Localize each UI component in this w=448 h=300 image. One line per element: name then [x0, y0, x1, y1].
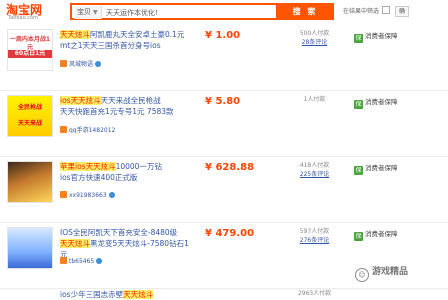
seller-link[interactable]: qq手游1482012 [60, 125, 115, 134]
listing-row: ios少年三国志赤壁天天炫斗 2963人付款 [0, 289, 448, 300]
title-highlight: 天天炫斗 [60, 239, 90, 248]
seller-link[interactable]: xx91983663 [60, 191, 115, 199]
product-title[interactable]: 苹果ios天天炫斗10000一万钻 ios官方快速400正式版 [60, 161, 195, 183]
payers-count: 418人付款 [299, 162, 330, 169]
filter-ok-button[interactable]: 确 [395, 6, 410, 17]
verified-icon [95, 61, 102, 67]
service-badge: 保消费者保障 [354, 96, 398, 109]
product-thumbnail[interactable] [7, 161, 53, 203]
title-highlight: 天天炫斗 [60, 30, 90, 39]
listing-row: 一周内本月战1元 60点日1元 天天炫斗阿凯鹿丸天全安卓土豪0.1元 mt之1天… [0, 25, 448, 91]
seller-name: xx91983663 [69, 192, 107, 199]
product-price: ¥ 479.00 [205, 228, 255, 239]
product-title[interactable]: IOS全民阿凯天下首充安全-8480级 天天炫斗黑龙变5天天炫斗-7580钻石1… [60, 227, 195, 260]
search-scope-label: 宝贝 [77, 8, 91, 16]
wechat-icon: ☺ [355, 268, 369, 282]
seller-link[interactable]: 风城物语 [60, 59, 102, 68]
title-text-2: mt之1天天三国杀首分身号ios [60, 41, 161, 50]
title-highlight: 苹果ios天天炫斗 [60, 162, 116, 171]
service-label: 消费者保障 [365, 32, 398, 40]
title-text: 天天来战全民枪战 [100, 96, 161, 105]
chevron-down-icon: ▼ [93, 9, 98, 16]
shop-icon [60, 191, 67, 198]
product-price: ¥ 1.00 [205, 30, 241, 41]
search-input[interactable] [106, 7, 256, 18]
title-highlight: ios天天炫斗 [60, 96, 101, 105]
thumb-text-2: 天天来战 [17, 120, 42, 127]
taobao-logo[interactable]: 淘宝网 Taobao.com [6, 1, 58, 23]
listing-row: 全民枪战 天天来战 ios天天炫斗天天来战全民枪战 天天快跑首充1元专号1元 7… [0, 91, 448, 157]
seller-link[interactable]: tb65465 [60, 257, 103, 265]
seller-name: qq手游1482012 [69, 127, 116, 134]
payers-count: 2963人付款 [297, 290, 332, 297]
service-label: 消费者保障 [365, 230, 398, 238]
filter-label: 在结果中筛选 [343, 8, 380, 15]
payers-count: 500人付款 [299, 30, 330, 37]
review-count-link[interactable]: 28条评论 [292, 38, 337, 47]
sales-stats: 500人付款 28条评论 [292, 29, 337, 47]
product-title[interactable]: ios少年三国志赤壁天天炫斗 [60, 289, 195, 300]
shield-icon: 保 [354, 100, 363, 109]
listing-row: 苹果ios天天炫斗10000一万钻 ios官方快速400正式版 xx919836… [0, 157, 448, 223]
product-price: ¥ 628.88 [205, 162, 255, 173]
header: 淘宝网 Taobao.com 宝贝▼ 搜 索 在结果中筛选 确 [0, 0, 448, 24]
title-text-3: 专号1元 7583款 [117, 107, 174, 116]
sales-stats: 418人付款 225条评论 [292, 161, 337, 179]
product-title[interactable]: ios天天炫斗天天来战全民枪战 天天快跑首充1元专号1元 7583款 [60, 95, 195, 117]
title-text: IOS全民阿凯天下首充安全-8480级 [60, 228, 178, 237]
product-title[interactable]: 天天炫斗阿凯鹿丸天全安卓土豪0.1元 mt之1天天三国杀首分身号ios [60, 29, 195, 51]
seller-name: tb65465 [69, 258, 95, 265]
product-thumbnail[interactable]: 全民枪战 天天来战 [7, 95, 53, 137]
payers-count: 1人付款 [303, 96, 326, 103]
search-scope-select[interactable]: 宝贝 ▼ [74, 6, 102, 19]
shop-icon [60, 60, 67, 67]
logo-subtext: Taobao.com [8, 15, 38, 21]
title-text-2: ios官方快速400正式版 [60, 173, 138, 182]
sales-stats: 1人付款 [292, 95, 337, 104]
search-button[interactable]: 搜 索 [276, 3, 334, 20]
thumb-text-2: 60点日1元 [8, 50, 52, 58]
title-text-2: 天天快跑首充1元 [60, 107, 118, 116]
shop-icon [60, 126, 67, 133]
verified-icon [108, 192, 115, 198]
product-price: ¥ 5.80 [205, 96, 241, 107]
shop-icon [60, 257, 67, 264]
result-filter: 在结果中筛选 确 [343, 6, 410, 17]
watermark-text: 游戏精品 [372, 267, 409, 277]
product-thumbnail[interactable] [7, 227, 53, 269]
filter-checkbox[interactable] [382, 6, 391, 14]
review-count-link[interactable]: 225条评论 [292, 170, 337, 179]
payers-count: 597人付款 [299, 228, 330, 235]
title-text: 10000一万钻 [115, 162, 162, 171]
watermark: ☺ 游戏精品 [355, 264, 408, 282]
shield-icon: 保 [354, 166, 363, 175]
product-thumbnail[interactable]: 一周内本月战1元 60点日1元 [7, 29, 53, 71]
sales-stats: 597人付款 276条评论 [292, 227, 337, 245]
review-count-link[interactable]: 276条评论 [292, 236, 337, 245]
service-badge: 保消费者保障 [354, 30, 398, 43]
shield-icon: 保 [354, 232, 363, 241]
service-label: 消费者保障 [365, 98, 398, 106]
service-badge: 保消费者保障 [354, 228, 398, 241]
verified-icon [96, 258, 103, 264]
title-text: 阿凯鹿丸天全安卓土豪0.1元 [90, 30, 185, 39]
thumb-text: 全民枪战 [17, 104, 42, 111]
shield-icon: 保 [354, 34, 363, 43]
seller-name: 风城物语 [69, 61, 94, 68]
search-bar: 宝贝▼ 搜 索 [70, 3, 334, 20]
service-badge: 保消费者保障 [354, 162, 398, 175]
sales-stats: 2963人付款 [292, 289, 337, 298]
service-label: 消费者保障 [365, 164, 398, 172]
